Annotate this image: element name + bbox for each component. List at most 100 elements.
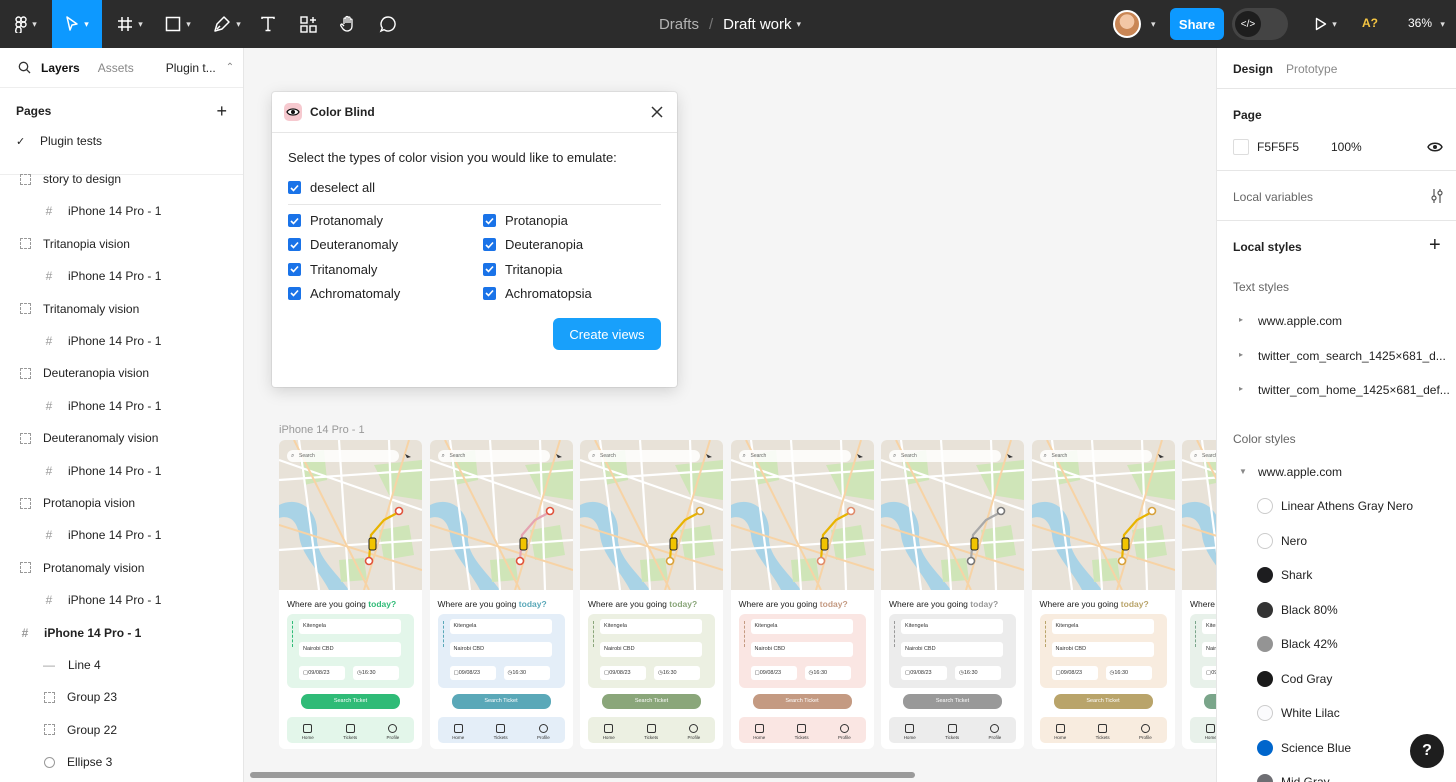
- map-search-input[interactable]: ⌕ Search: [437, 450, 550, 462]
- variables-settings-icon[interactable]: [1430, 188, 1444, 204]
- tab-prototype[interactable]: Prototype: [1286, 62, 1337, 76]
- layer-item[interactable]: # iPhone 14 Pro - 1: [0, 519, 243, 551]
- layer-item[interactable]: Protanopia vision: [0, 487, 243, 519]
- vision-option-checkbox[interactable]: Achromatomaly: [288, 286, 400, 301]
- checkbox-checked-icon[interactable]: [483, 238, 496, 252]
- checkbox-checked-icon[interactable]: [288, 286, 301, 300]
- nav-home[interactable]: Home: [753, 724, 765, 740]
- page-opacity-value[interactable]: 100%: [1331, 140, 1362, 154]
- iphone-frame[interactable]: ⌕ Search Where are you going today? Kitenge…: [429, 440, 573, 749]
- date-input[interactable]: ▢09/08/23: [750, 666, 797, 680]
- tab-plugin[interactable]: Plugin t...: [166, 61, 216, 75]
- map-search-input[interactable]: ⌕ Search: [738, 450, 851, 462]
- from-input[interactable]: Kitengela: [1202, 619, 1216, 634]
- search-ticket-button[interactable]: Search Ticket: [301, 694, 400, 709]
- vision-option-checkbox[interactable]: Protanomaly: [288, 213, 383, 228]
- layer-item[interactable]: # iPhone 14 Pro - 1: [0, 260, 243, 292]
- avatar[interactable]: [1113, 10, 1141, 38]
- map-search-input[interactable]: ⌕ Search: [1039, 450, 1152, 462]
- nav-profile[interactable]: Profile: [1139, 724, 1152, 740]
- hand-tool-button[interactable]: [334, 0, 362, 48]
- page-color-swatch[interactable]: [1233, 139, 1249, 155]
- checkbox-checked-icon[interactable]: [288, 262, 301, 276]
- chevron-up-icon[interactable]: ⌃: [226, 62, 234, 73]
- page-color-value[interactable]: F5F5F5: [1257, 140, 1299, 154]
- to-input[interactable]: Nairobi CBD: [901, 642, 1003, 657]
- date-input[interactable]: ▢09/08/23: [299, 666, 345, 680]
- page-item-current[interactable]: ✓ Plugin tests: [0, 126, 243, 156]
- checkbox-checked-icon[interactable]: [483, 214, 496, 227]
- time-input[interactable]: ◷16:30: [503, 666, 550, 680]
- layer-item[interactable]: Tritanomaly vision: [0, 293, 243, 325]
- local-variables-label[interactable]: Local variables: [1233, 190, 1313, 204]
- shape-tool-button[interactable]: ▾: [156, 0, 200, 48]
- search-ticket-button[interactable]: Search Ticket: [903, 694, 1002, 709]
- eye-icon[interactable]: [1427, 141, 1443, 153]
- text-tool-button[interactable]: [254, 0, 282, 48]
- file-name[interactable]: Draft work: [723, 16, 791, 33]
- layer-item[interactable]: # iPhone 14 Pro - 1: [0, 455, 243, 487]
- layer-item[interactable]: # iPhone 14 Pro - 1: [0, 584, 243, 616]
- vision-option-checkbox[interactable]: Protanopia: [483, 213, 568, 228]
- iphone-frame[interactable]: ⌕ Search Where are you going today? Kitenge…: [730, 440, 874, 749]
- nav-home[interactable]: Home: [1205, 724, 1216, 740]
- nav-tickets[interactable]: Tickets: [644, 724, 658, 740]
- vision-option-checkbox[interactable]: Tritanomaly: [288, 262, 377, 277]
- horizontal-scrollbar[interactable]: [250, 772, 915, 778]
- checkbox-checked-icon[interactable]: [483, 286, 496, 300]
- nav-tickets[interactable]: Tickets: [945, 724, 959, 740]
- time-input[interactable]: ◷16:30: [654, 666, 700, 680]
- date-input[interactable]: ▢09/08/23: [1051, 666, 1098, 680]
- from-input[interactable]: Kitengela: [299, 619, 401, 634]
- search-ticket-button[interactable]: Search Ticket: [752, 694, 852, 709]
- checkbox-checked-icon[interactable]: [288, 181, 301, 194]
- resources-tool-button[interactable]: [294, 0, 322, 48]
- nav-home[interactable]: Home: [904, 724, 916, 740]
- color-group-label[interactable]: www.apple.com: [1258, 465, 1342, 479]
- nav-profile[interactable]: Profile: [387, 724, 399, 740]
- nav-tickets[interactable]: Tickets: [795, 724, 809, 740]
- dev-mode-toggle[interactable]: </>: [1232, 8, 1288, 40]
- layer-item[interactable]: Protanomaly vision: [0, 552, 243, 584]
- to-input[interactable]: Nairobi CBD: [299, 642, 401, 657]
- zoom-dropdown[interactable]: 36% ▾: [1408, 16, 1445, 30]
- chevron-down-icon[interactable]: ▾: [1151, 19, 1156, 30]
- checkbox-checked-icon[interactable]: [288, 214, 301, 227]
- date-input[interactable]: ▢09/08/23: [901, 666, 947, 680]
- nav-profile[interactable]: Profile: [537, 724, 550, 740]
- to-input[interactable]: Nairobi CBD: [750, 642, 853, 657]
- text-style-item[interactable]: www.apple.com: [1258, 314, 1342, 328]
- nav-home[interactable]: Home: [1054, 724, 1066, 740]
- map-search-input[interactable]: ⌕ Search: [588, 450, 700, 462]
- nav-profile[interactable]: Profile: [838, 724, 851, 740]
- add-page-icon[interactable]: +: [216, 101, 227, 122]
- layer-item[interactable]: # iPhone 14 Pro - 1: [0, 390, 243, 422]
- deselect-all-checkbox[interactable]: deselect all: [288, 180, 375, 195]
- search-ticket-button[interactable]: Search Ticket: [1053, 694, 1153, 709]
- layer-item[interactable]: Tritanopia vision: [0, 228, 243, 260]
- from-input[interactable]: Kitengela: [449, 619, 552, 634]
- search-ticket-button[interactable]: Search Ticket: [451, 694, 551, 709]
- checkbox-checked-icon[interactable]: [288, 238, 301, 252]
- caret-right-icon[interactable]: ▸: [1239, 384, 1243, 393]
- main-menu-button[interactable]: ▾: [6, 0, 46, 48]
- tab-assets[interactable]: Assets: [98, 61, 134, 75]
- to-input[interactable]: Nairobi CBD: [449, 642, 552, 657]
- layer-item[interactable]: Deuteranomaly vision: [0, 422, 243, 454]
- map-search-input[interactable]: ⌕ Search: [287, 450, 399, 462]
- tab-layers[interactable]: Layers: [41, 61, 80, 75]
- layer-item[interactable]: Ellipse 3: [0, 746, 243, 778]
- vision-option-checkbox[interactable]: Tritanopia: [483, 262, 562, 277]
- layer-item[interactable]: Group 23: [0, 681, 243, 713]
- layer-item[interactable]: # iPhone 14 Pro - 1: [0, 195, 243, 227]
- map-search-input[interactable]: ⌕ Search: [1190, 450, 1216, 462]
- layer-item[interactable]: # iPhone 14 Pro - 1: [0, 617, 243, 649]
- share-button[interactable]: Share: [1170, 8, 1224, 40]
- layer-item[interactable]: Deuteranopia vision: [0, 357, 243, 389]
- iphone-frame[interactable]: ⌕ Search Where are you going today? Kitenge…: [1182, 440, 1216, 749]
- nav-tickets[interactable]: Tickets: [494, 724, 508, 740]
- search-ticket-button[interactable]: Search Ticket: [1204, 694, 1216, 709]
- help-button[interactable]: ?: [1410, 734, 1444, 768]
- iphone-frame[interactable]: ⌕ Search Where are you going today? Kitenge…: [279, 440, 422, 749]
- nav-profile[interactable]: Profile: [688, 724, 700, 740]
